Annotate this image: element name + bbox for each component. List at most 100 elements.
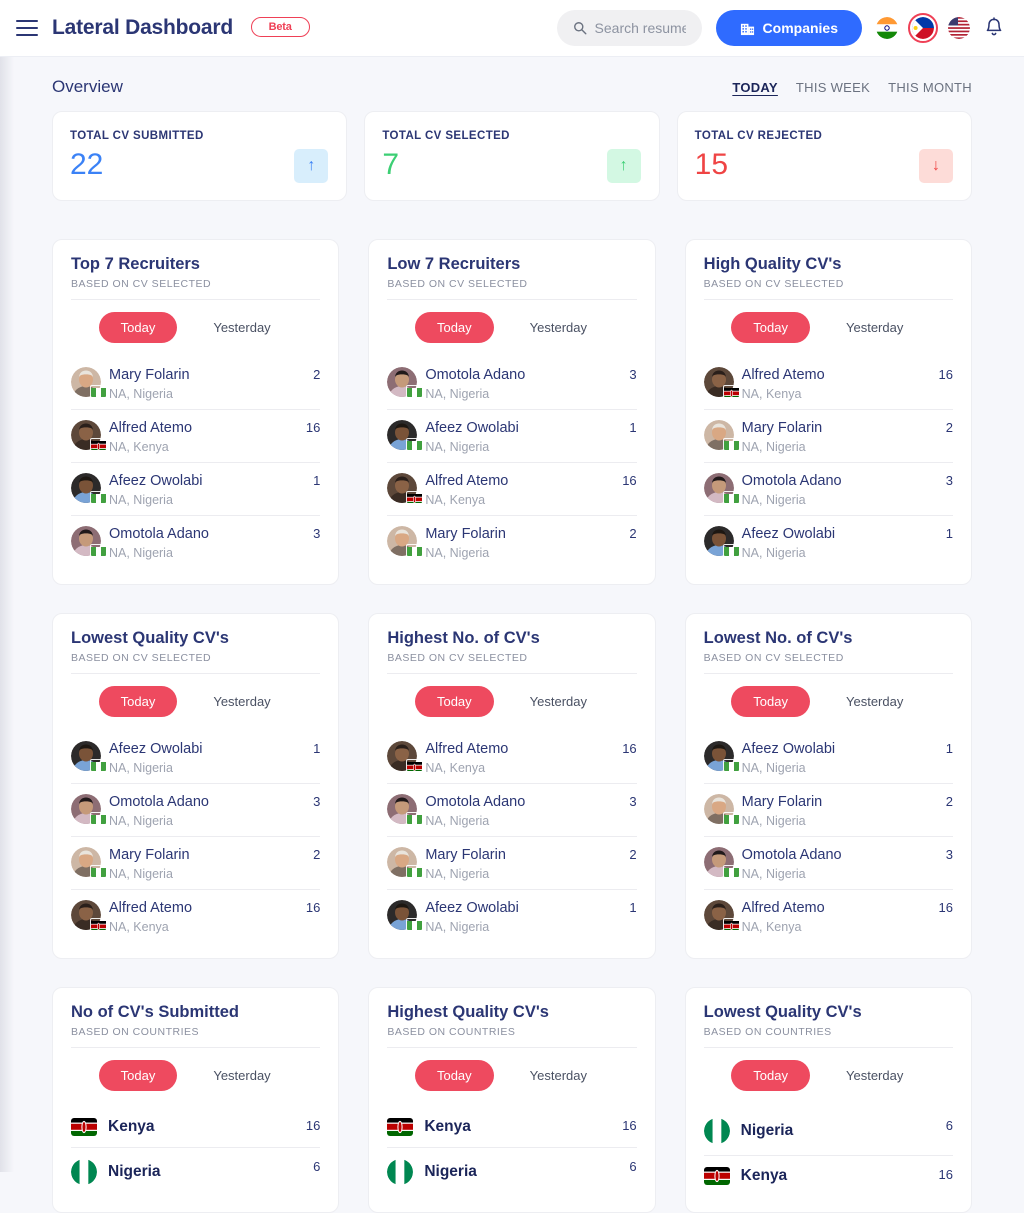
list-item-info: Afeez Owolabi NA, Nigeria xyxy=(109,740,305,775)
toggle-today-button[interactable]: Today xyxy=(98,311,178,343)
list-item[interactable]: Afeez Owolabi NA, Nigeria 1 xyxy=(387,890,637,942)
toggle-today-button[interactable]: Today xyxy=(731,685,810,717)
search-resume-box[interactable] xyxy=(556,10,702,46)
list-item[interactable]: Mary Folarin NA, Nigeria 2 xyxy=(71,357,321,410)
list-item[interactable]: Omotola Adano NA, Nigeria 3 xyxy=(387,357,637,410)
list-item[interactable]: Afeez Owolabi NA, Nigeria 1 xyxy=(387,410,637,463)
list-item[interactable]: Nigeria 6 xyxy=(703,1107,953,1156)
toggle-yesterday-button[interactable]: Yesterday xyxy=(508,312,609,343)
recruiter-name: Alfred Atemo xyxy=(109,419,193,436)
toggle-yesterday-button[interactable]: Yesterday xyxy=(508,686,609,717)
toggle-today-button[interactable]: Today xyxy=(98,1059,178,1091)
recruiter-location: NA, Nigeria xyxy=(109,386,173,401)
toggle-yesterday-button[interactable]: Yesterday xyxy=(824,312,925,343)
recruiter-location: NA, Nigeria xyxy=(109,867,173,882)
toggle-today-button[interactable]: Today xyxy=(414,311,494,343)
toggle-today-button[interactable]: Today xyxy=(731,311,810,343)
avatar xyxy=(71,419,106,450)
recruiter-count: 2 xyxy=(629,847,637,862)
avatar xyxy=(71,847,106,877)
recruiter-location: NA, Nigeria xyxy=(425,386,490,401)
menu-toggle-icon[interactable] xyxy=(16,20,38,36)
list-item[interactable]: Afeez Owolabi NA, Nigeria 1 xyxy=(71,731,321,784)
list-item[interactable]: Alfred Atemo NA, Kenya 16 xyxy=(71,890,320,942)
list-item[interactable]: Alfred Atemo NA, Kenya 16 xyxy=(703,357,953,410)
panel-title: Lowest Quality CV's xyxy=(71,629,229,648)
list-item[interactable]: Kenya 16 xyxy=(387,1107,637,1148)
flag-kenya-icon xyxy=(387,1117,414,1136)
recruiter-location: NA, Nigeria xyxy=(425,867,490,882)
panel-no-of-cv-s-submitted: No of CV's Submitted BASED ON COUNTRIES … xyxy=(52,987,340,1213)
list-item[interactable]: Kenya 16 xyxy=(703,1156,953,1196)
stat-card-total-cv-selected: TOTAL CV SELECTED 7 ↑ xyxy=(364,111,660,201)
recruiter-location: NA, Nigeria xyxy=(425,546,490,561)
panel-subtitle: BASED ON COUNTRIES xyxy=(71,1026,321,1048)
toggle-yesterday-button[interactable]: Yesterday xyxy=(191,312,292,343)
list-item[interactable]: Alfred Atemo NA, Kenya 16 xyxy=(703,890,953,942)
period-tab-this-week[interactable]: THIS WEEK xyxy=(796,80,870,95)
recruiter-name: Afeez Owolabi xyxy=(425,900,519,917)
toggle-yesterday-button[interactable]: Yesterday xyxy=(191,1060,292,1091)
list-item[interactable]: Alfred Atemo NA, Kenya 16 xyxy=(71,410,321,463)
toggle-yesterday-button[interactable]: Yesterday xyxy=(191,686,292,717)
list-item-info: Omotola Adano NA, Nigeria xyxy=(742,846,938,881)
list-item[interactable]: Alfred Atemo NA, Kenya 16 xyxy=(387,731,637,784)
recruiter-name: Omotola Adano xyxy=(425,793,526,810)
flag-kenya-icon xyxy=(91,439,106,450)
list-item[interactable]: Omotola Adano NA, Nigeria 3 xyxy=(71,516,320,568)
list-item[interactable]: Mary Folarin NA, Nigeria 2 xyxy=(387,837,637,891)
list-item[interactable]: Omotola Adano NA, Nigeria 3 xyxy=(703,837,953,891)
list-item[interactable]: Mary Folarin NA, Nigeria 2 xyxy=(71,837,321,891)
period-tab-this-month[interactable]: THIS MONTH xyxy=(888,80,972,95)
flag-nigeria-icon xyxy=(91,386,106,397)
avatar xyxy=(703,793,739,824)
toggle-yesterday-button[interactable]: Yesterday xyxy=(824,1060,925,1091)
recruiter-name: Alfred Atemo xyxy=(109,900,193,917)
list-item[interactable]: Afeez Owolabi NA, Nigeria 1 xyxy=(703,731,953,784)
list-item[interactable]: Afeez Owolabi NA, Nigeria 1 xyxy=(703,516,953,568)
recruiter-location: NA, Nigeria xyxy=(425,814,490,828)
toggle-today-button[interactable]: Today xyxy=(414,1059,494,1091)
panel-rows: Alfred Atemo NA, Kenya 16 xyxy=(387,731,637,943)
companies-button[interactable]: Companies xyxy=(715,10,862,46)
recruiter-location: NA, Nigeria xyxy=(109,493,173,507)
recruiter-location: NA, Kenya xyxy=(109,920,169,935)
toggle-yesterday-button[interactable]: Yesterday xyxy=(824,686,925,717)
recruiter-name: Mary Folarin xyxy=(741,419,823,436)
toggle-today-button[interactable]: Today xyxy=(731,1059,810,1091)
avatar xyxy=(703,472,739,503)
panel-title: Lowest No. of CV's xyxy=(703,629,853,648)
flag-nigeria-icon xyxy=(407,439,423,450)
list-item[interactable]: Mary Folarin NA, Nigeria 2 xyxy=(703,410,953,463)
flag-usa-icon[interactable] xyxy=(948,17,970,39)
list-item[interactable]: Omotola Adano NA, Nigeria 3 xyxy=(703,463,953,516)
list-item[interactable]: Omotola Adano NA, Nigeria 3 xyxy=(387,784,637,837)
flag-kenya-icon xyxy=(71,1117,97,1136)
toggle-today-button[interactable]: Today xyxy=(98,685,178,717)
avatar xyxy=(703,900,739,931)
list-item[interactable]: Kenya 16 xyxy=(71,1107,321,1148)
list-item[interactable]: Mary Folarin NA, Nigeria 2 xyxy=(387,516,637,568)
flag-india-icon[interactable] xyxy=(876,17,898,39)
notification-bell-icon[interactable] xyxy=(984,17,1004,39)
search-input[interactable] xyxy=(594,20,686,36)
list-item-info: Mary Folarin NA, Nigeria xyxy=(109,366,305,401)
list-item[interactable]: Omotola Adano NA, Nigeria 3 xyxy=(71,784,321,837)
toggle-yesterday-button[interactable]: Yesterday xyxy=(508,1060,609,1091)
stat-card-value: 7 xyxy=(382,148,400,181)
list-item[interactable]: Afeez Owolabi NA, Nigeria 1 xyxy=(71,463,321,516)
list-item-info: Alfred Atemo NA, Kenya xyxy=(109,899,298,934)
panel-title: Highest Quality CV's xyxy=(387,1003,549,1022)
period-tab-today[interactable]: TODAY xyxy=(732,80,778,95)
flag-philippines-icon[interactable] xyxy=(908,13,938,43)
list-item[interactable]: Mary Folarin NA, Nigeria 2 xyxy=(703,784,953,837)
recruiter-name: Omotola Adano xyxy=(741,847,842,863)
panel-low-7-recruiters: Low 7 Recruiters BASED ON CV SELECTED To… xyxy=(368,239,656,586)
recruiter-count: 1 xyxy=(629,900,637,916)
list-item-info: Omotola Adano NA, Nigeria xyxy=(425,793,621,828)
avatar xyxy=(387,900,423,931)
toggle-today-button[interactable]: Today xyxy=(414,685,494,717)
recruiter-count: 16 xyxy=(938,366,953,382)
list-item[interactable]: Alfred Atemo NA, Kenya 16 xyxy=(387,463,637,516)
panel-top-7-recruiters: Top 7 Recruiters BASED ON CV SELECTED To… xyxy=(52,239,340,586)
